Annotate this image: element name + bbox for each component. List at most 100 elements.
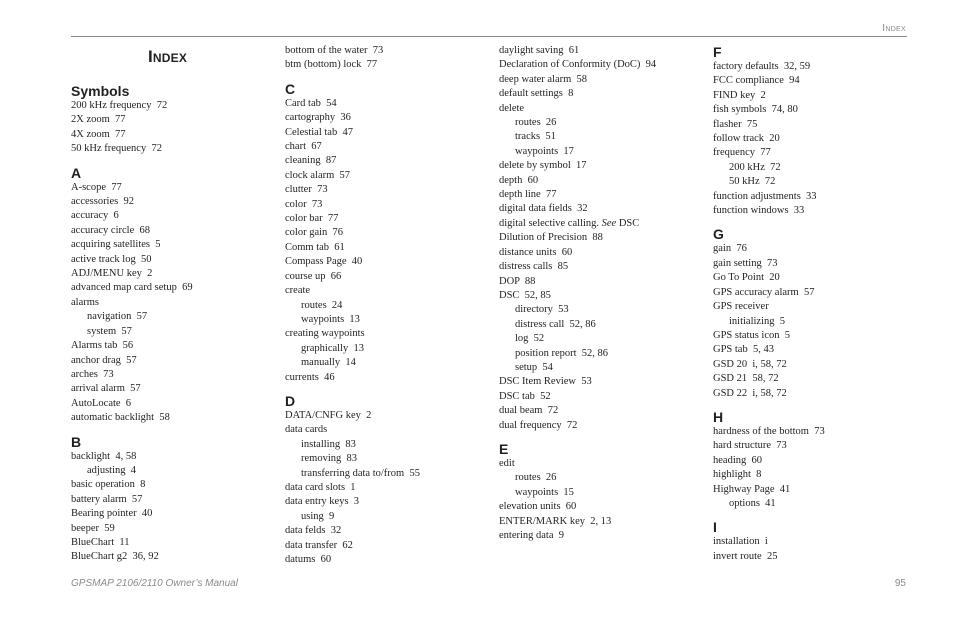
index-entry: distress calls 85 xyxy=(499,261,569,273)
page-title: Index xyxy=(148,47,188,66)
index-entry: elevation units 60 xyxy=(499,501,577,513)
index-column-2: bottom of the water 73 btm (bottom) lock … xyxy=(285,44,490,567)
index-entry: arches 73 xyxy=(71,368,114,380)
index-subentry: installing 83 xyxy=(301,438,356,450)
index-subentry: distress call 52, 86 xyxy=(515,318,596,330)
index-entry: dual frequency 72 xyxy=(499,419,578,431)
index-entry: cleaning 87 xyxy=(285,155,337,167)
index-entry: advanced map card setup 69 xyxy=(71,282,193,294)
index-entry: frequency 77 xyxy=(713,147,771,159)
index-entry: acquiring satellites 5 xyxy=(71,239,161,251)
index-subentry: waypoints 13 xyxy=(301,313,360,325)
index-entry: Dilution of Precision 88 xyxy=(499,232,603,244)
index-entry: Go To Point 20 xyxy=(713,272,780,284)
index-entry: invert route 25 xyxy=(713,550,778,562)
index-entry: backlight 4, 58 xyxy=(71,450,137,462)
section-heading: E xyxy=(499,440,509,457)
index-subentry: navigation 57 xyxy=(87,311,148,323)
index-entry: delete by symbol 17 xyxy=(499,160,587,172)
section-heading: A xyxy=(71,164,82,181)
index-column-3: daylight saving 61 Declaration of Conform… xyxy=(499,44,704,543)
index-entry: Celestial tab 47 xyxy=(285,126,353,138)
index-subentry: removing 83 xyxy=(301,453,357,465)
index-subentry: routes 26 xyxy=(515,472,557,484)
see-reference: See xyxy=(601,217,617,229)
index-entry: distance units 60 xyxy=(499,246,573,258)
index-subentry: system 57 xyxy=(87,325,132,337)
section-heading: G xyxy=(713,226,724,243)
index-entry: Bearing pointer 40 xyxy=(71,508,153,520)
index-section: A A-scope 77 accessories 92 accuracy 6 accur… xyxy=(71,165,276,426)
index-entry: FCC compliance 94 xyxy=(713,75,800,87)
index-entry: data cards xyxy=(285,424,328,436)
index-entry: GSD 20 i, 58, 72 xyxy=(713,358,787,370)
entry-text: digital selective calling. xyxy=(499,217,602,229)
index-entry: course up 66 xyxy=(285,270,342,282)
page-number: 95 xyxy=(894,578,906,589)
index-entry: function adjustments 33 xyxy=(713,190,817,202)
index-section: daylight saving 61 Declaration of Conform… xyxy=(499,44,704,433)
index-entry: color gain 76 xyxy=(285,227,344,239)
section-heading: C xyxy=(285,80,296,97)
index-subentry: adjusting 4 xyxy=(87,464,136,476)
section-heading: D xyxy=(285,392,296,409)
index-section: Symbols 200 kHz frequency 72 2X zoom 77 4X … xyxy=(71,83,276,157)
index-entry: Compass Page 40 xyxy=(285,256,363,268)
index-section: Ggain 76 gain setting 73 Go To Point 20 GPS… xyxy=(713,226,918,400)
index-entry: factory defaults 32, 59 xyxy=(713,61,811,72)
index-entry: default settings 8 xyxy=(499,88,574,100)
index-entry: hard structure 73 xyxy=(713,440,787,452)
index-subentry: position report 52, 86 xyxy=(515,347,609,359)
index-entry: DSC 52, 85 xyxy=(499,289,551,301)
index-section: Iinstallation i invert route 25 xyxy=(713,519,918,564)
index-entry: delete xyxy=(499,102,525,114)
index-column-1: Index Symbols 200 kHz frequency 72 2X zoom… xyxy=(71,44,276,565)
index-entry: data transfer 62 xyxy=(285,539,353,551)
index-entry: 200 kHz frequency 72 xyxy=(71,100,168,111)
running-head: Index xyxy=(882,23,906,34)
index-section: bottom of the water 73 btm (bottom) lock … xyxy=(285,44,490,73)
index-entry: function windows 33 xyxy=(713,205,805,217)
index-entry: DOP 88 xyxy=(499,275,536,287)
index-entry: DATA/CNFG key 2 xyxy=(285,409,372,421)
index-entry: accuracy circle 68 xyxy=(71,224,150,236)
manual-title-footer: GPSMAP 2106/2110 Owner’s Manual xyxy=(71,578,238,589)
index-entry: clutter 73 xyxy=(285,184,328,196)
header-rule xyxy=(71,36,907,37)
index-subentry: setup 54 xyxy=(515,361,553,373)
index-entry: flasher 75 xyxy=(713,118,758,130)
index-subentry: graphically 13 xyxy=(301,342,364,354)
index-entry: daylight saving 61 xyxy=(499,45,580,56)
index-entry: AutoLocate 6 xyxy=(71,397,132,409)
index-entry: DSC Item Review 53 xyxy=(499,376,592,388)
index-entry: Highway Page 41 xyxy=(713,483,791,495)
index-entry: Alarms tab 56 xyxy=(71,340,134,352)
index-entry: bottom of the water 73 xyxy=(285,45,384,56)
index-entry: fish symbols 74, 80 xyxy=(713,104,798,116)
index-entry: depth 60 xyxy=(499,174,539,186)
index-subentry: 50 kHz 72 xyxy=(729,176,776,188)
index-entry: BlueChart 11 xyxy=(71,536,130,548)
index-subentry: 200 kHz 72 xyxy=(729,161,781,173)
index-subentry: using 9 xyxy=(301,510,335,522)
index-entry: deep water alarm 58 xyxy=(499,73,588,85)
index-entry: alarms xyxy=(71,296,99,308)
index-entry: accuracy 6 xyxy=(71,210,119,222)
index-entry: gain setting 73 xyxy=(713,257,778,269)
index-entry: GSD 22 i, 58, 72 xyxy=(713,387,787,399)
index-subentry: tracks 51 xyxy=(515,131,556,143)
index-subentry: routes 24 xyxy=(301,299,343,311)
index-entry: installation i xyxy=(713,536,768,548)
index-entry: A-scope 77 xyxy=(71,181,122,193)
index-entry: hardness of the bottom 73 xyxy=(713,425,825,437)
index-entry: anchor drag 57 xyxy=(71,354,137,366)
index-entry: accessories 92 xyxy=(71,196,134,208)
index-section: Ffactory defaults 32, 59 FCC compliance 9… xyxy=(713,44,918,218)
index-section: Eedit routes 26 waypoints 15 elevation unit… xyxy=(499,441,704,543)
index-entry: dual beam 72 xyxy=(499,405,559,417)
index-entry: heading 60 xyxy=(713,454,762,466)
index-entry: DSC tab 52 xyxy=(499,390,551,402)
index-entry: digital selective calling. See DSC xyxy=(499,217,704,231)
section-heading: I xyxy=(713,519,717,536)
index-entry: 4X zoom 77 xyxy=(71,128,126,140)
